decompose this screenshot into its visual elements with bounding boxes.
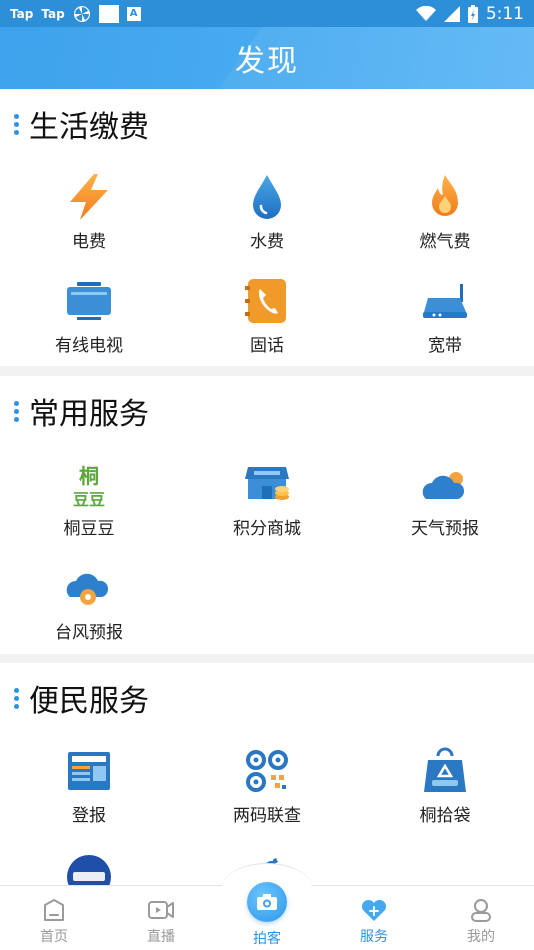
battery-icon — [467, 4, 478, 23]
svg-text:桐: 桐 — [79, 464, 99, 488]
item-weather[interactable]: 天气预报 — [375, 458, 515, 539]
section-title: 常用服务 — [29, 397, 149, 432]
camera-button[interactable] — [247, 882, 287, 922]
section-life-payment: 生活缴费 电费 水费 燃气费 有线电视 固话 宽带 — [0, 89, 534, 366]
profile-icon — [467, 896, 495, 924]
section-dots-icon — [14, 687, 19, 709]
tab-live[interactable]: 直播 — [126, 896, 196, 946]
item-label: 桐拾袋 — [419, 806, 471, 826]
item-points-mall[interactable]: 积分商城 — [197, 458, 337, 539]
item-landline[interactable]: 固话 — [197, 275, 337, 356]
status-time: 5:11 — [485, 3, 524, 24]
item-label: 宽带 — [428, 336, 462, 356]
typhoon-icon — [63, 562, 115, 614]
item-label: 天气预报 — [411, 519, 479, 539]
item-label: 固话 — [250, 336, 284, 356]
item-partial-1[interactable] — [19, 851, 159, 885]
tab-paike[interactable]: 拍客 — [232, 926, 302, 948]
section-dots-icon — [14, 400, 19, 422]
tab-label: 直播 — [147, 929, 175, 945]
page-title: 发现 — [235, 44, 299, 79]
status-bar: Tap Tap A 5:11 — [0, 0, 534, 27]
tab-label: 我的 — [467, 929, 495, 945]
item-cable-tv[interactable]: 有线电视 — [19, 275, 159, 356]
newspaper-icon — [63, 745, 115, 797]
tab-label: 首页 — [40, 929, 68, 945]
item-label: 台风预报 — [55, 623, 123, 643]
tab-mine[interactable]: 我的 — [446, 896, 516, 946]
section-title: 便民服务 — [29, 684, 149, 719]
item-tongdoudou[interactable]: 桐豆豆 桐豆豆 — [19, 458, 159, 539]
tv-icon — [63, 275, 115, 327]
item-water[interactable]: 水费 — [197, 171, 337, 252]
tab-label: 拍客 — [253, 931, 281, 947]
item-broadband[interactable]: 宽带 — [375, 275, 515, 356]
section-convenience-services: 便民服务 登报 两码联查 桐拾袋 — [0, 663, 534, 885]
pinwheel-icon — [73, 5, 90, 22]
tab-service[interactable]: 服务 — [339, 896, 409, 946]
shop-icon — [241, 458, 293, 510]
router-icon — [419, 275, 471, 327]
item-two-code-check[interactable]: 两码联查 — [197, 745, 337, 826]
live-video-icon — [147, 896, 175, 924]
item-label: 桐豆豆 — [63, 519, 115, 539]
section-dots-icon — [14, 113, 19, 135]
weather-cloud-icon — [419, 458, 471, 510]
item-label: 水费 — [250, 232, 284, 252]
item-label: 燃气费 — [419, 232, 471, 252]
tap-label-1: Tap — [10, 6, 34, 21]
tongdoudou-logo-icon: 桐豆豆 — [63, 458, 115, 510]
item-recycle-bag[interactable]: 桐拾袋 — [375, 745, 515, 826]
a-notification-icon: A — [126, 6, 141, 21]
section-title: 生活缴费 — [29, 110, 149, 145]
item-electricity[interactable]: 电费 — [19, 171, 159, 252]
flame-icon — [419, 171, 471, 223]
tab-home[interactable]: 首页 — [19, 896, 89, 946]
item-label: 积分商城 — [233, 519, 301, 539]
water-drop-icon — [241, 171, 293, 223]
item-label: 有线电视 — [55, 336, 123, 356]
recycle-bag-icon — [419, 745, 471, 797]
item-typhoon[interactable]: 台风预报 — [19, 562, 159, 643]
tab-label: 服务 — [360, 929, 388, 945]
notification-square-icon — [98, 4, 119, 23]
phone-icon — [241, 275, 293, 327]
service-logo-icon — [63, 851, 115, 885]
svg-text:豆豆: 豆豆 — [73, 490, 105, 509]
item-label: 电费 — [72, 232, 106, 252]
service-heart-icon — [360, 896, 388, 924]
item-label: 两码联查 — [233, 806, 301, 826]
camera-icon — [257, 894, 277, 910]
tap-label-2: Tap — [41, 6, 65, 21]
signal-icon — [443, 5, 460, 22]
page-header: 发现 — [0, 27, 534, 89]
wifi-icon — [415, 5, 436, 21]
section-common-services: 常用服务 桐豆豆 桐豆豆 积分商城 天气预报 台风预报 — [0, 376, 534, 654]
item-label: 登报 — [72, 806, 106, 826]
home-icon — [40, 896, 68, 924]
item-newspaper[interactable]: 登报 — [19, 745, 159, 826]
item-gas[interactable]: 燃气费 — [375, 171, 515, 252]
qr-code-icon — [241, 745, 293, 797]
lightning-icon — [63, 171, 115, 223]
